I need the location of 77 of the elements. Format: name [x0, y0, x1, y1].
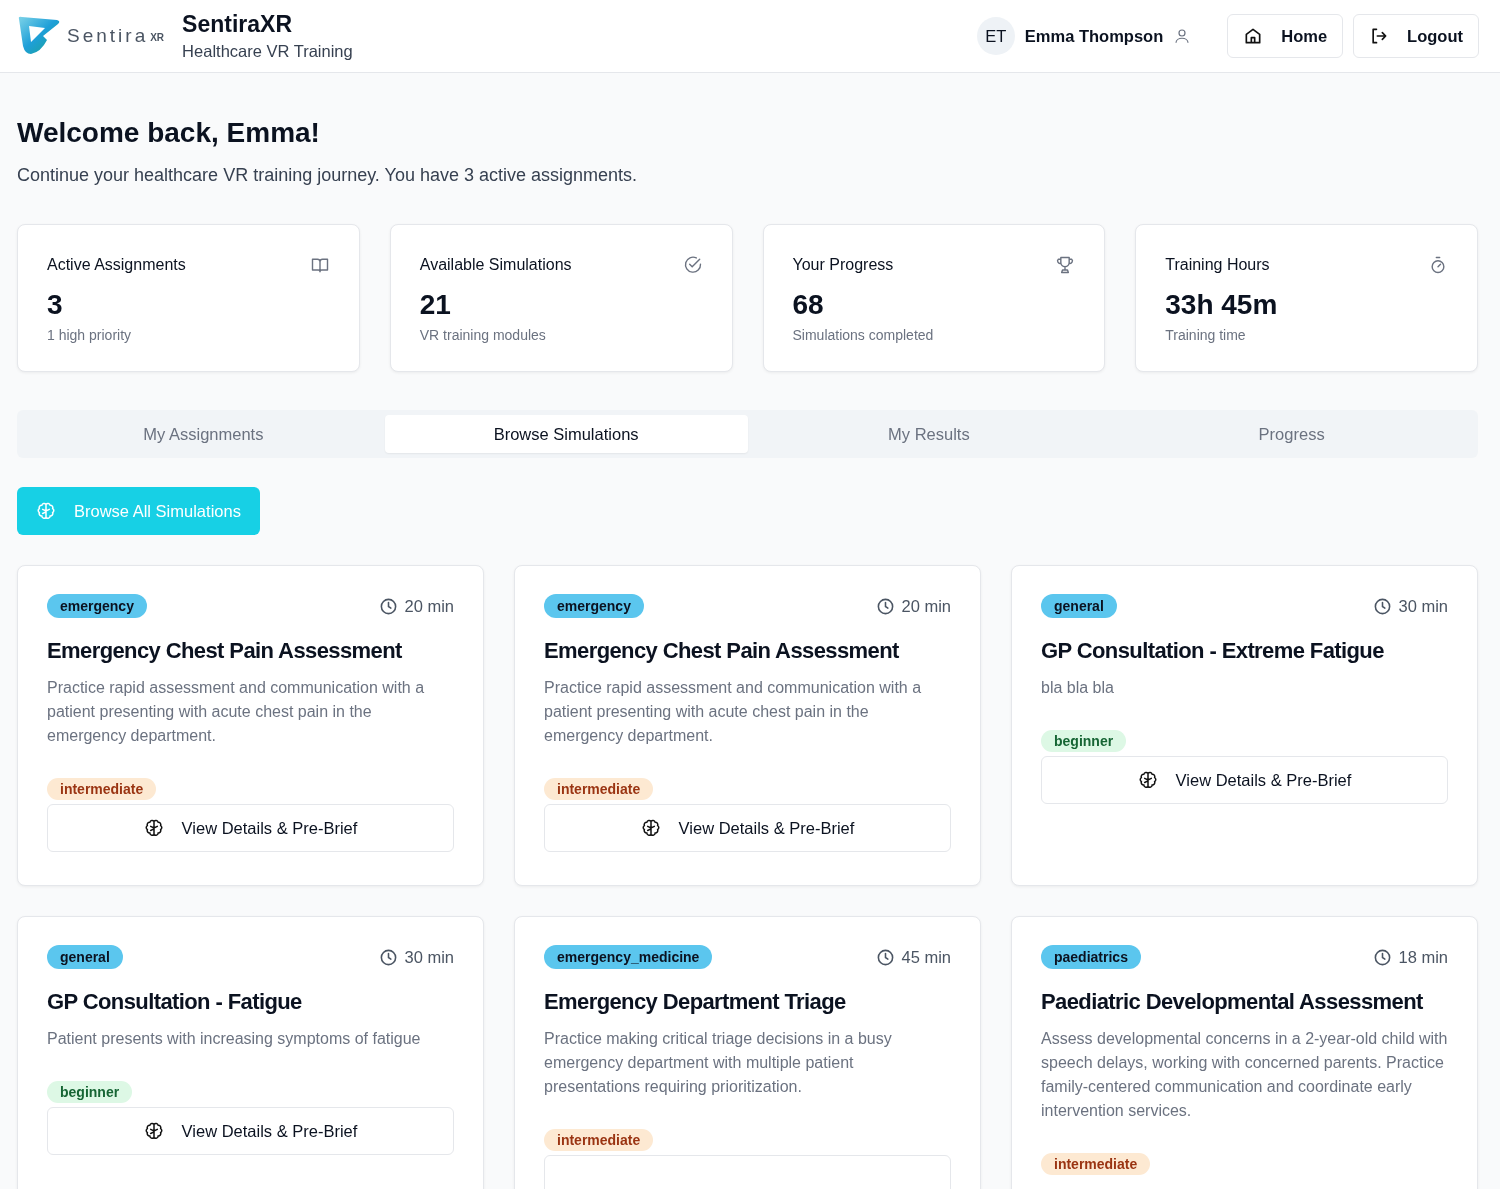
stat-value: 33h 45m [1165, 289, 1279, 321]
user-avatar: ET [976, 17, 1015, 55]
duration: 30 min [404, 947, 454, 967]
clock-icon [1373, 596, 1393, 616]
stat-title: Active Assignments [47, 256, 186, 274]
difficulty-tag: intermediate [1041, 1153, 1151, 1175]
stat-value: 3 [47, 289, 64, 321]
tab[interactable]: Browse Simulations [384, 415, 748, 453]
check-circle-icon [682, 255, 703, 275]
book-icon [309, 255, 330, 275]
simulation-description: Assess developmental concerns in a 2-year-old child with speech delays, working with concerned parents. Practice family-centered communication and coordinate early intervention services. [1041, 1029, 1448, 1121]
clock-icon [1373, 947, 1393, 967]
logo-icon [17, 16, 61, 56]
stat-title: Your Progress [792, 256, 894, 274]
app-subtitle: Healthcare VR Training [182, 42, 353, 61]
category-tag: emergency_medicine [544, 945, 713, 969]
welcome-heading: Welcome back, Emma! [17, 117, 321, 149]
clock-icon [379, 596, 399, 616]
simulation-title: Emergency Chest Pain Assessment [47, 638, 403, 664]
simulation-description: Patient presents with increasing symptoms of fatigue [47, 1029, 422, 1049]
category-tag: emergency [544, 594, 644, 618]
app-name: SentiraXR [182, 11, 294, 38]
view-details-button[interactable]: View Details & Pre-Brief [1041, 756, 1448, 804]
stat-value: 21 [419, 289, 452, 321]
logo-superscript: XR [150, 32, 165, 43]
clock-icon [876, 596, 896, 616]
simulation-title: Emergency Chest Pain Assessment [544, 638, 900, 664]
brain-icon [1137, 770, 1158, 790]
duration: 20 min [404, 596, 454, 616]
tab[interactable]: My Results [747, 415, 1111, 453]
clock-icon [379, 947, 399, 967]
view-details-button[interactable]: View Details & Pre-Brief [47, 1107, 454, 1155]
simulation-description: Practice rapid assessment and communication with a patient presenting with acute chest pain in the emergency department. [47, 678, 426, 746]
category-tag: general [47, 945, 123, 969]
trophy-icon [1055, 255, 1076, 275]
tab[interactable]: My Assignments [22, 415, 385, 453]
simulation-title: Emergency Department Triage [544, 989, 847, 1015]
logo-wordmark: Sentira [67, 25, 149, 47]
category-tag: paediatrics [1041, 945, 1141, 969]
home-button[interactable]: Home [1227, 14, 1344, 58]
brain-icon [143, 818, 164, 838]
difficulty-tag: intermediate [544, 778, 654, 800]
stat-note: VR training modules [419, 327, 547, 343]
clock-icon [876, 947, 896, 967]
tab[interactable]: Progress [1110, 415, 1473, 453]
simulation-description: Practice making critical triage decisions in a busy emergency department with multiple patient presentations requiring prioritization. [544, 1029, 893, 1097]
stat-note: Simulations completed [792, 327, 935, 343]
stat-value: 68 [792, 289, 825, 321]
category-tag: general [1041, 594, 1117, 618]
welcome-subtitle: Continue your healthcare VR training journey. You have 3 active assignments. [17, 165, 639, 186]
home-icon [1243, 26, 1264, 46]
brain-icon [143, 1121, 164, 1141]
user-name: Emma Thompson [1024, 26, 1164, 46]
simulation-title: Paediatric Developmental Assessment [1041, 989, 1424, 1015]
brain-icon [640, 818, 661, 838]
difficulty-tag: beginner [47, 1081, 133, 1103]
duration: 45 min [901, 947, 951, 967]
stat-note: Training time [1165, 327, 1247, 343]
simulation-description: Practice rapid assessment and communication with a patient presenting with acute chest pain in the emergency department. [544, 678, 923, 746]
duration: 20 min [901, 596, 951, 616]
view-details-button[interactable]: View Details & Pre-Brief [47, 804, 454, 852]
stat-title: Training Hours [1165, 256, 1270, 274]
simulation-description: bla bla bla [1041, 678, 1115, 698]
duration: 18 min [1398, 947, 1448, 967]
category-tag: emergency [47, 594, 147, 618]
difficulty-tag: beginner [1041, 730, 1127, 752]
logout-button[interactable]: Logout [1353, 14, 1479, 58]
difficulty-tag: intermediate [47, 778, 157, 800]
brain-icon [36, 501, 56, 521]
stat-note: 1 high priority [47, 327, 133, 343]
stat-title: Available Simulations [419, 256, 572, 274]
duration: 30 min [1398, 596, 1448, 616]
difficulty-tag: intermediate [544, 1129, 654, 1151]
view-details-button[interactable]: View Details & Pre-Brief [544, 804, 951, 852]
simulation-title: GP Consultation - Fatigue [47, 989, 303, 1015]
simulation-title: GP Consultation - Extreme Fatigue [1041, 638, 1385, 664]
user-icon[interactable] [1173, 27, 1192, 45]
